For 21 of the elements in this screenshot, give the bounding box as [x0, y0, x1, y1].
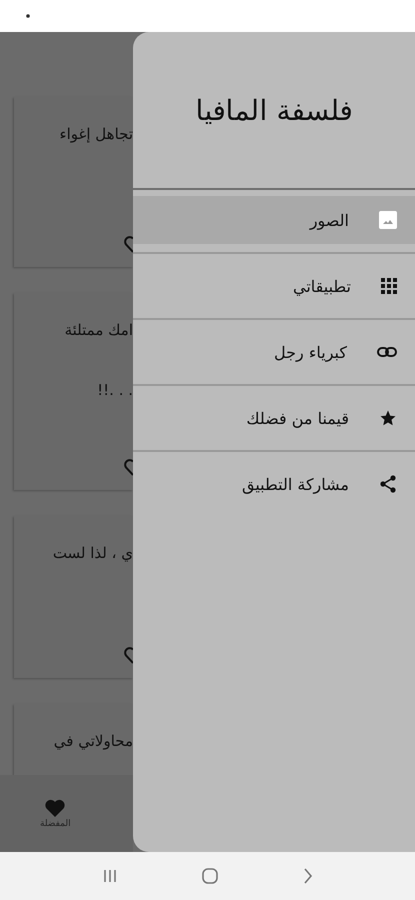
star-icon	[379, 409, 397, 427]
image-icon	[379, 211, 397, 229]
quote-text: ي ، لذا لست	[52, 544, 133, 562]
share-icon	[379, 475, 397, 493]
menu-item[interactable]: الصور	[133, 196, 415, 244]
grid-icon	[381, 278, 397, 294]
recent-apps-icon[interactable]	[102, 869, 118, 883]
menu-item[interactable]: كبرياء رجل	[133, 328, 415, 376]
back-icon[interactable]	[302, 868, 313, 884]
quote-text: تجاهل إغواء	[60, 125, 133, 143]
menu-item[interactable]: قيمنا من فضلك	[133, 394, 415, 442]
home-icon[interactable]	[202, 868, 218, 884]
menu-item[interactable]: تطبيقاتي	[133, 262, 415, 310]
quote-text: . . .!!	[97, 381, 133, 399]
heart-icon	[45, 798, 66, 816]
notification-dot-icon	[26, 13, 30, 19]
link-icon	[377, 347, 397, 357]
drawer-title: فلسفة المافيا	[194, 92, 354, 128]
quote-text: امك ممتلئة	[64, 321, 133, 339]
quote-text: محاولاتي في	[54, 732, 133, 750]
menu-item[interactable]: مشاركة التطبيق	[133, 460, 415, 508]
